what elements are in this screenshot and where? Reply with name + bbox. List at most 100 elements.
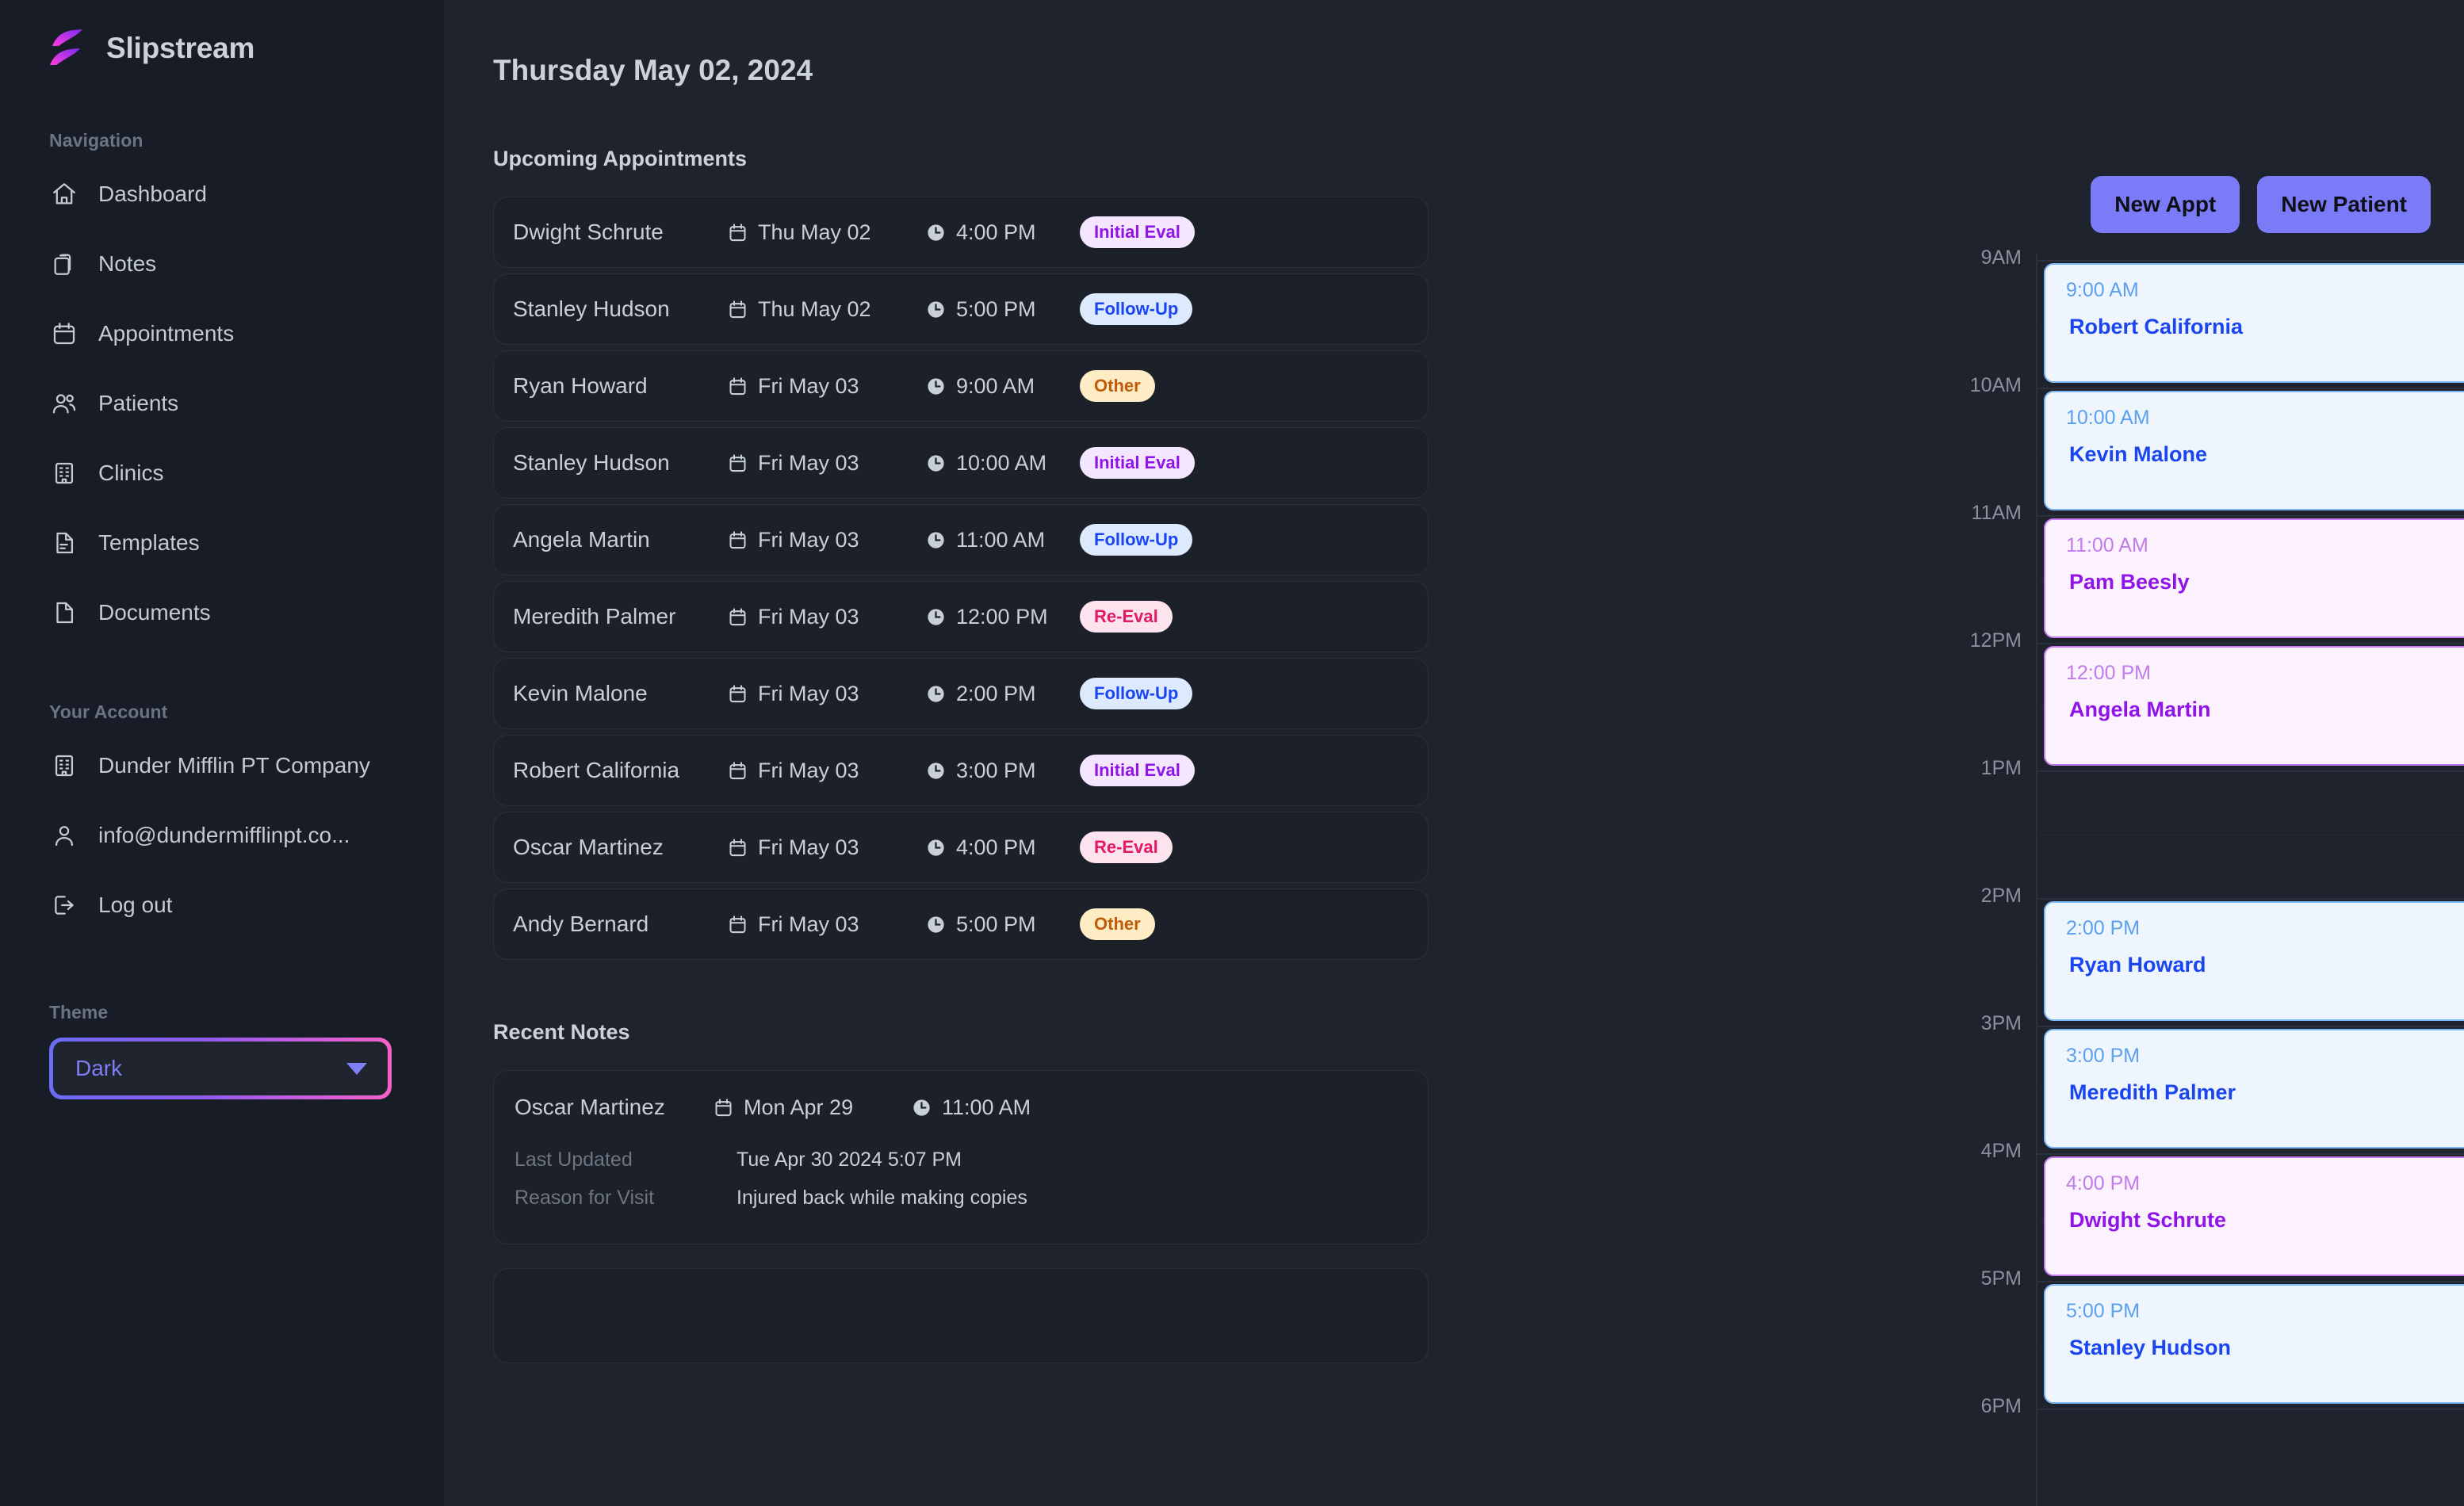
sidebar-item-logout[interactable]: Log out — [0, 870, 444, 940]
appointment-time-text: 5:00 PM — [956, 912, 1036, 936]
appointment-row[interactable]: Robert California Fri May 03 3:00 PM Initia… — [493, 735, 1429, 806]
schedule-hour-line — [2036, 643, 2464, 644]
account-section-label: Your Account — [49, 701, 168, 722]
clock-icon — [911, 1097, 932, 1118]
appointment-date: Thu May 02 — [727, 297, 925, 322]
sidebar-item-documents[interactable]: Documents — [0, 578, 444, 648]
calendar-icon — [727, 914, 748, 935]
new-patient-button[interactable]: New Patient — [2257, 176, 2431, 233]
sidebar-item-templates[interactable]: Templates — [0, 508, 444, 578]
slipstream-wave-logo-icon — [48, 29, 89, 68]
appointment-row[interactable]: Kevin Malone Fri May 03 2:00 PM Follow-Up — [493, 658, 1429, 729]
appointment-row[interactable]: Stanley Hudson Thu May 02 5:00 PM Follow-Up — [493, 273, 1429, 345]
schedule-event[interactable]: 11:00 AM Pam Beesly — [2044, 518, 2464, 638]
appointment-date: Fri May 03 — [727, 912, 925, 937]
clock-icon — [925, 837, 947, 858]
sidebar-item-patients[interactable]: Patients — [0, 369, 444, 438]
schedule-hour-line — [2036, 898, 2464, 900]
clock-icon — [925, 914, 947, 935]
schedule-event-time: 11:00 AM — [2066, 534, 2148, 556]
schedule-event[interactable]: 2:00 PM Ryan Howard — [2044, 901, 2464, 1021]
schedule-event[interactable]: 10:00 AM Kevin Malone — [2044, 391, 2464, 510]
appointment-date-text: Fri May 03 — [758, 604, 859, 629]
schedule-hour-line — [2036, 770, 2464, 772]
appointment-patient-name: Andy Bernard — [513, 912, 649, 936]
calendar-icon — [727, 683, 748, 705]
app-root: Slipstream Navigation Dashboard Notes Ap… — [0, 0, 2464, 1506]
theme-select-wrapper: Dark — [49, 1038, 392, 1099]
appointment-date: Fri May 03 — [727, 835, 925, 860]
sidebar-item-notes[interactable]: Notes — [0, 229, 444, 299]
appointment-type-badge: Re-Eval — [1080, 601, 1173, 633]
note-time: 11:00 AM — [911, 1095, 1066, 1120]
clock-icon — [925, 222, 947, 243]
schedule-event[interactable]: 5:00 PM Stanley Hudson — [2044, 1284, 2464, 1404]
appointment-row[interactable]: Dwight Schrute Thu May 02 4:00 PM Initial E… — [493, 197, 1429, 268]
note-card[interactable]: Oscar Martinez Mon Apr 29 11:00 AM Last Upd… — [493, 1070, 1429, 1244]
appointment-row[interactable]: Oscar Martinez Fri May 03 4:00 PM Re-Eval — [493, 812, 1429, 883]
home-icon — [51, 181, 78, 208]
appointment-row[interactable]: Andy Bernard Fri May 03 5:00 PM Other — [493, 889, 1429, 960]
appointment-time: 9:00 AM — [925, 374, 1080, 399]
sidebar-item-clinics[interactable]: Clinics — [0, 438, 444, 508]
sidebar-item-email[interactable]: info@dundermifflinpt.co... — [0, 801, 444, 870]
appointment-type-badge: Initial Eval — [1080, 755, 1195, 786]
note-date: Mon Apr 29 — [713, 1095, 911, 1120]
appointment-date-text: Thu May 02 — [758, 220, 871, 244]
sidebar-item-label: Clinics — [98, 461, 164, 485]
appointment-time: 5:00 PM — [925, 297, 1080, 322]
appointment-time-text: 12:00 PM — [956, 604, 1048, 629]
sidebar-item-appointments[interactable]: Appointments — [0, 299, 444, 369]
appointment-type-badge: Follow-Up — [1080, 293, 1193, 325]
schedule-event-name: Meredith Palmer — [2069, 1080, 2236, 1104]
sidebar-item-label: Appointments — [98, 321, 235, 346]
new-appt-button[interactable]: New Appt — [2091, 176, 2240, 233]
schedule-event[interactable]: 12:00 PM Angela Martin — [2044, 646, 2464, 766]
note-header: Oscar Martinez Mon Apr 29 11:00 AM — [515, 1095, 1407, 1120]
schedule-hour-line — [2036, 260, 2464, 262]
appointment-type-badge: Re-Eval — [1080, 831, 1173, 863]
note-patient-name: Oscar Martinez — [515, 1095, 665, 1119]
calendar-icon — [727, 837, 748, 858]
toolbar: New Appt New Patient — [2091, 176, 2431, 233]
theme-select[interactable]: Dark — [53, 1042, 388, 1095]
appointment-time-text: 5:00 PM — [956, 296, 1036, 321]
appointment-row[interactable]: Angela Martin Fri May 03 11:00 AM Follow-Up — [493, 504, 1429, 575]
sidebar-item-label: Dunder Mifflin PT Company — [98, 753, 370, 778]
schedule-hour-label: 3PM — [1980, 1012, 2022, 1034]
appointment-type-badge: Other — [1080, 908, 1155, 940]
schedule-event-time: 5:00 PM — [2066, 1300, 2141, 1322]
calendar-icon — [727, 222, 748, 243]
schedule-hour-label: 12PM — [1969, 629, 2022, 652]
calendar-icon — [727, 299, 748, 320]
appointment-type-badge: Other — [1080, 370, 1155, 402]
schedule-hour-line — [2036, 1281, 2464, 1282]
appointment-type-badge: Initial Eval — [1080, 447, 1195, 479]
upcoming-appointments-title: Upcoming Appointments — [493, 147, 747, 170]
note-field-label: Last Updated — [515, 1148, 633, 1171]
sidebar-item-company[interactable]: Dunder Mifflin PT Company — [0, 731, 444, 801]
schedule-event[interactable]: 4:00 PM Dwight Schrute — [2044, 1156, 2464, 1276]
clock-icon — [925, 376, 947, 397]
appointment-row[interactable]: Ryan Howard Fri May 03 9:00 AM Other — [493, 350, 1429, 422]
clock-icon — [925, 606, 947, 628]
appointment-date: Fri May 03 — [727, 605, 925, 629]
schedule-event[interactable]: 9:00 AM Robert California — [2044, 263, 2464, 383]
appointment-type-badge: Initial Eval — [1080, 216, 1195, 248]
sidebar-item-dashboard[interactable]: Dashboard — [0, 159, 444, 229]
schedule-hour-label: 4PM — [1980, 1140, 2022, 1162]
appointment-type-badge: Follow-Up — [1080, 524, 1193, 556]
clock-icon — [925, 529, 947, 551]
appointment-row[interactable]: Meredith Palmer Fri May 03 12:00 PM Re-Eval — [493, 581, 1429, 652]
logout-icon — [51, 892, 78, 919]
calendar-icon — [727, 376, 748, 397]
appointment-patient-name: Meredith Palmer — [513, 604, 676, 629]
note-field-row: Reason for Visit Injured back while makin… — [515, 1179, 1407, 1217]
schedule-event[interactable]: 3:00 PM Meredith Palmer — [2044, 1029, 2464, 1149]
note-fields: Last Updated Tue Apr 30 2024 5:07 PM Reaso… — [515, 1141, 1407, 1217]
note-card-partial[interactable] — [493, 1268, 1429, 1363]
note-field-row: Last Updated Tue Apr 30 2024 5:07 PM — [515, 1141, 1407, 1179]
appointment-time: 11:00 AM — [925, 528, 1080, 552]
calendar-icon — [727, 606, 748, 628]
appointment-row[interactable]: Stanley Hudson Fri May 03 10:00 AM Initial … — [493, 427, 1429, 499]
